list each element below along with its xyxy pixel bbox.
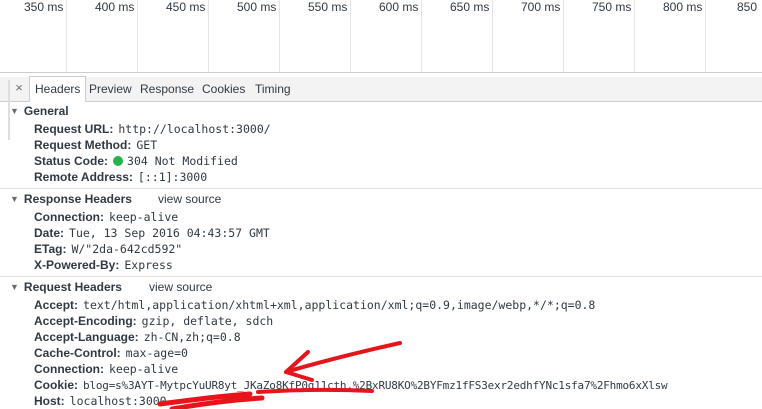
header-key: Connection: [34,362,104,376]
header-value: W/"2da-642cd592" [71,242,183,256]
expand-triangle-icon: ▼ [10,106,19,116]
section-divider [0,276,762,277]
header-value: text/html,application/xhtml+xml,applicat… [83,298,596,312]
header-value: blog=s%3AYT-MytpcYuUR8yt_JKaZo8KfP0g11ct… [83,379,668,392]
timeline-tick-label: 450 ms [166,0,206,14]
tab-cookies[interactable]: Cookies [197,77,250,101]
header-key: Remote Address: [34,170,133,184]
header-value: Tue, 13 Sep 2016 04:43:57 GMT [69,226,270,240]
request-headers-title: Request Headers [23,280,122,294]
response-header-row: Date: Tue, 13 Sep 2016 04:43:57 GMT [34,226,270,240]
timeline-gridline [421,0,422,72]
timeline-tick-label: 500 ms [237,0,277,14]
header-key: Accept-Language: [34,330,139,344]
header-key: Accept: [34,298,79,312]
timeline-gridline [563,0,564,72]
header-key: Date: [34,226,65,240]
tab-headers[interactable]: Headers [29,76,87,102]
header-value: Express [124,258,173,272]
header-value: [::1]:3000 [137,170,208,184]
timeline-gridline [137,0,138,72]
response-view-source-link[interactable]: view source [158,192,221,206]
expand-triangle-icon: ▼ [10,194,19,204]
section-divider [0,188,762,189]
timeline-tick-label: 400 ms [95,0,135,14]
header-key: Host: [34,394,65,408]
header-value: gzip, deflate, sdch [141,314,274,328]
general-row: Request URL: http://localhost:3000/ [34,122,271,136]
request-header-row: Accept-Encoding: gzip, deflate, sdch [34,314,273,328]
close-icon[interactable]: × [11,80,27,96]
header-value: keep-alive [109,210,179,224]
response-headers-section-header[interactable]: ▼ Response Headers [10,192,132,206]
status-dot-icon [113,156,124,166]
general-title: General [23,104,69,118]
response-header-row: X-Powered-By: Express [34,258,173,272]
timeline-tick-label: 800 ms [663,0,703,14]
header-value: zh-CN,zh;q=0.8 [143,330,241,344]
timeline-tick-label: 600 ms [379,0,419,14]
header-value: GET [136,138,158,152]
request-header-row: Accept: text/html,application/xhtml+xml,a… [34,298,595,312]
header-value: max-age=0 [125,346,188,360]
header-key: Status Code: [34,154,109,168]
request-header-row-cookie: Cookie: blog=s%3AYT-MytpcYuUR8yt_JKaZo8Kf… [34,378,668,392]
request-header-row: Host: localhost:3000 [34,394,167,408]
timeline-tick-label: 750 ms [592,0,632,14]
request-header-row: Connection: keep-alive [34,362,178,376]
header-value: keep-alive [109,362,179,376]
timeline-tick-label: 550 ms [308,0,348,14]
annotation-arrowhead [284,350,314,382]
header-value: localhost:3000 [69,394,167,408]
header-key: Request URL: [34,122,114,136]
header-key: Cookie: [34,378,79,392]
response-header-row: Connection: keep-alive [34,210,178,224]
header-key: Request Method: [34,138,132,152]
timeline-tick-label: 700 ms [521,0,561,14]
annotation-arrow [284,341,402,374]
general-row: Remote Address: [::1]:3000 [34,170,207,184]
timeline-tick-label: 650 ms [450,0,490,14]
header-key: Cache-Control: [34,346,121,360]
timeline-gridline [634,0,635,72]
request-header-row: Cache-Control: max-age=0 [34,346,188,360]
request-view-source-link[interactable]: view source [149,280,212,294]
annotation-scribble [157,391,265,409]
tab-response[interactable]: Response [135,77,199,101]
tab-preview[interactable]: Preview [84,77,137,101]
details-tab-bar: × Headers Preview Response Cookies Timin… [0,76,762,102]
expand-triangle-icon: ▼ [10,282,19,292]
timeline-gridline [705,0,706,72]
tab-timing[interactable]: Timing [250,77,296,101]
header-key: ETag: [34,242,67,256]
general-section-header[interactable]: ▼ General [10,104,69,118]
timeline-tick-label: 850 [737,0,758,14]
timeline-ruler: 350 ms 400 ms 450 ms 500 ms 550 ms 600 m… [0,0,762,73]
general-row: Status Code: 304 Not Modified [34,154,238,168]
header-value: 304 Not Modified [127,154,238,168]
timeline-gridline [279,0,280,72]
timeline-gridline [208,0,209,72]
request-headers-section-header[interactable]: ▼ Request Headers [10,280,122,294]
header-value: http://localhost:3000/ [118,122,271,136]
response-header-row: ETag: W/"2da-642cd592" [34,242,182,256]
timeline-gridline [492,0,493,72]
general-row: Request Method: GET [34,138,157,152]
timeline-gridline [350,0,351,72]
header-key: Accept-Encoding: [34,314,137,328]
header-key: X-Powered-By: [34,258,120,272]
header-key: Connection: [34,210,104,224]
response-headers-title: Response Headers [23,192,132,206]
timeline-tick-label: 350 ms [24,0,64,14]
timeline-gridline [66,0,67,72]
request-header-row: Accept-Language: zh-CN,zh;q=0.8 [34,330,241,344]
